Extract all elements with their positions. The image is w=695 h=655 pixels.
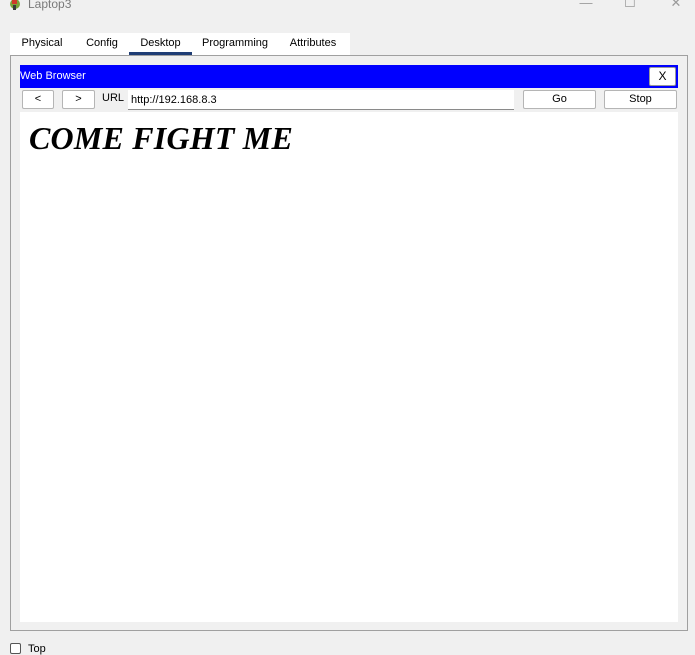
window-titlebar: Laptop3 — ☐ ✕	[0, 0, 695, 12]
tab-attributes[interactable]: Attributes	[282, 33, 344, 55]
top-checkbox[interactable]	[10, 643, 21, 654]
device-tabbar: Physical Config Desktop Programming Attr…	[10, 33, 350, 55]
forward-button[interactable]: >	[62, 90, 95, 109]
tab-config[interactable]: Config	[80, 33, 124, 55]
tab-programming[interactable]: Programming	[198, 33, 272, 55]
stop-button[interactable]: Stop	[604, 90, 677, 109]
laptop-app-icon	[10, 0, 20, 10]
tab-physical[interactable]: Physical	[10, 33, 74, 55]
back-button[interactable]: <	[22, 90, 54, 109]
browser-viewport: COME FIGHT ME	[20, 112, 678, 622]
page-heading: COME FIGHT ME	[29, 120, 293, 156]
web-browser-header: Web Browser X	[20, 65, 678, 88]
close-browser-button[interactable]: X	[649, 67, 676, 86]
web-browser-title: Web Browser	[20, 70, 86, 82]
url-input[interactable]	[128, 90, 514, 110]
browser-navigation-bar: < > URL Go Stop	[20, 89, 678, 111]
go-button[interactable]: Go	[523, 90, 596, 109]
minimize-icon[interactable]: —	[576, 0, 596, 12]
tab-desktop[interactable]: Desktop	[129, 33, 192, 55]
url-label: URL	[102, 92, 125, 104]
window-title: Laptop3	[28, 0, 72, 11]
top-checkbox-label: Top	[28, 643, 46, 655]
maximize-icon[interactable]: ☐	[620, 0, 640, 12]
close-window-icon[interactable]: ✕	[666, 0, 686, 12]
